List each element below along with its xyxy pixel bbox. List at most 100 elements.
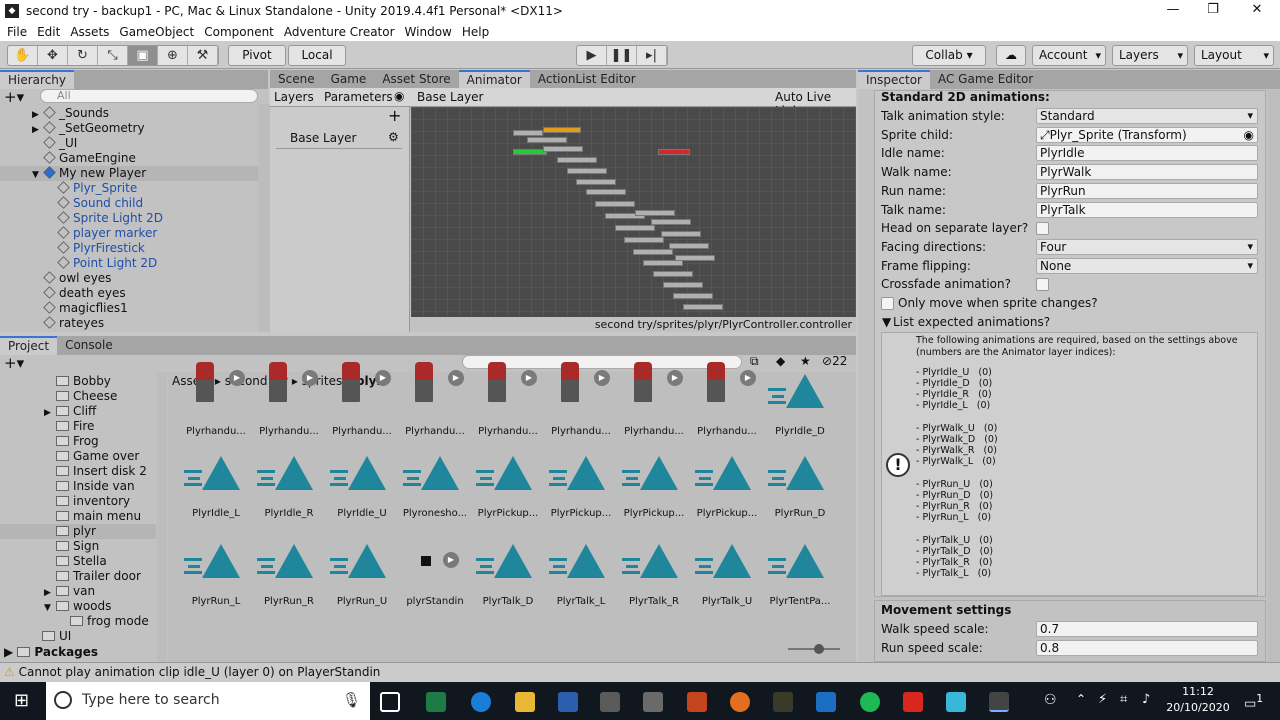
asset-item[interactable]: ▶ Plyrhandu... <box>399 362 471 446</box>
folder-item[interactable]: Bobby <box>0 374 156 389</box>
powerpoint-icon[interactable] <box>687 692 707 712</box>
crossfade-animation-checkbox[interactable] <box>1036 278 1049 292</box>
state-node[interactable] <box>673 293 713 299</box>
maximize-button[interactable]: ❐ <box>1190 0 1236 22</box>
unity-taskbar-icon[interactable] <box>989 692 1009 712</box>
hierarchy-search-input[interactable]: All <box>40 89 258 103</box>
inspector-scrollbar[interactable] <box>1268 90 1280 662</box>
state-node[interactable] <box>513 130 543 136</box>
run-speed-field[interactable]: 0.8 <box>1036 640 1258 656</box>
exit-node[interactable] <box>658 149 690 155</box>
state-node[interactable] <box>624 237 664 243</box>
folder-item[interactable]: ▶ van <box>0 584 156 599</box>
file-explorer-icon[interactable] <box>515 692 535 712</box>
quill-icon[interactable] <box>773 692 793 712</box>
hierarchy-item[interactable]: death eyes <box>0 286 268 301</box>
app-triangle-icon[interactable] <box>946 692 966 712</box>
layer-row[interactable]: Base Layer ⚙ <box>276 129 402 149</box>
state-node[interactable] <box>557 157 597 163</box>
play-icon[interactable]: ▶ <box>740 370 756 386</box>
clock-time[interactable]: 11:12 <box>1170 685 1226 698</box>
asset-item[interactable]: ▶ plyrStandin <box>399 536 471 616</box>
animator-graph[interactable] <box>411 107 856 317</box>
folder-item[interactable]: Fire <box>0 419 156 434</box>
folder-item[interactable]: Cheese <box>0 389 156 404</box>
packages-folder[interactable]: ▶ Packages <box>0 645 156 660</box>
asset-item[interactable]: ▶ Plyrhandu... <box>618 362 690 446</box>
zoom-slider-handle[interactable] <box>814 644 824 654</box>
hierarchy-item[interactable]: rateyes <box>0 316 268 331</box>
head-on-separate-layer-checkbox[interactable] <box>1036 222 1049 236</box>
asset-item[interactable]: ▶ Plyrhandu... <box>472 362 544 446</box>
menu-assets[interactable]: Assets <box>70 25 109 39</box>
folder-item[interactable]: plyr <box>0 524 156 539</box>
menu-gameobject[interactable]: GameObject <box>119 25 194 39</box>
asset-item[interactable]: PlyrPickup... <box>618 448 690 528</box>
asset-item[interactable]: PlyrRun_L <box>180 536 252 616</box>
dropdown[interactable]: Four <box>1036 238 1258 255</box>
create-icon[interactable]: +▾ <box>4 354 24 372</box>
hierarchy-item[interactable]: _UI <box>0 136 268 151</box>
network-icon[interactable]: ⌗ <box>1120 692 1127 707</box>
folder-item[interactable]: Insert disk 2 <box>0 464 156 479</box>
state-node[interactable] <box>663 282 703 288</box>
folder-item[interactable]: main menu <box>0 509 156 524</box>
scale-tool-icon[interactable]: ⤡ <box>98 46 128 65</box>
add-icon[interactable]: +▾ <box>4 88 24 106</box>
play-icon[interactable]: ▶ <box>229 370 245 386</box>
play-icon[interactable]: ▶ <box>302 370 318 386</box>
task-view-icon[interactable] <box>380 692 400 712</box>
hierarchy-item[interactable]: PlyrFirestick <box>0 241 268 256</box>
transform-tool-icon[interactable]: ⊕ <box>158 46 188 65</box>
tab-game[interactable]: Game <box>323 70 375 89</box>
folder-item[interactable]: UI <box>0 629 156 644</box>
people-icon[interactable]: ⚇ <box>1044 692 1057 708</box>
hierarchy-item[interactable]: Point Light 2D <box>0 256 268 271</box>
hierarchy-item[interactable]: Sound child <box>0 196 268 211</box>
asset-item[interactable]: PlyrPickup... <box>545 448 617 528</box>
dropdown[interactable]: Standard <box>1036 108 1258 124</box>
list-expected-label[interactable]: List expected animations? <box>893 314 1050 330</box>
folder-item[interactable]: Stella <box>0 554 156 569</box>
folder-item[interactable]: Inside van <box>0 479 156 494</box>
tab-actionlist-editor[interactable]: ActionList Editor <box>530 70 644 89</box>
outlook-icon[interactable] <box>816 692 836 712</box>
asset-item[interactable]: PlyrPickup... <box>472 448 544 528</box>
state-node[interactable] <box>661 231 701 237</box>
hierarchy-item[interactable]: ▼ My new Player <box>0 166 268 181</box>
folder-item[interactable]: Game over <box>0 449 156 464</box>
calculator-icon[interactable] <box>643 692 663 712</box>
state-node[interactable] <box>567 168 607 174</box>
hierarchy-item[interactable]: Plyr_Sprite <box>0 181 268 196</box>
asset-item[interactable]: PlyrRun_R <box>253 536 325 616</box>
tab-asset-store[interactable]: Asset Store <box>374 70 458 89</box>
asset-item[interactable]: ▶ Plyrhandu... <box>326 362 398 446</box>
folder-item[interactable]: ▼ woods <box>0 599 156 614</box>
folder-item[interactable]: ▶ Cliff <box>0 404 156 419</box>
cloud-icon[interactable]: ☁ <box>996 45 1026 66</box>
text-field[interactable]: PlyrIdle <box>1036 145 1258 162</box>
folder-item[interactable]: Frog <box>0 434 156 449</box>
notification-icon[interactable]: ▭1 <box>1244 692 1263 711</box>
asset-item[interactable]: ▶ Plyrhandu... <box>180 362 252 446</box>
asset-item[interactable]: PlyrIdle_L <box>180 448 252 528</box>
default-state-node[interactable] <box>543 127 581 133</box>
entry-node[interactable] <box>513 149 547 155</box>
state-node[interactable] <box>635 210 675 216</box>
pivot-toggle[interactable]: Pivot <box>228 45 286 66</box>
menu-adventure-creator[interactable]: Adventure Creator <box>284 25 395 39</box>
folder-item[interactable]: frog mode <box>0 614 156 629</box>
hierarchy-item[interactable]: ▶ _SetGeometry <box>0 121 268 136</box>
parameters-tab[interactable]: Parameters <box>324 90 393 104</box>
asset-item[interactable]: PlyrRun_D <box>764 448 836 528</box>
step-icon[interactable]: ▸| <box>637 46 667 65</box>
local-toggle[interactable]: Local <box>288 45 346 66</box>
folder-item[interactable]: Sign <box>0 539 156 554</box>
clock-date[interactable]: 20/10/2020 <box>1166 701 1230 714</box>
zoom-slider[interactable] <box>788 644 840 654</box>
play-icon[interactable]: ▶ <box>577 46 607 65</box>
spotify-icon[interactable] <box>860 692 880 712</box>
state-node[interactable] <box>543 146 583 152</box>
expand-arrow-icon[interactable]: ▼ <box>882 314 891 330</box>
layers-dropdown[interactable]: Layers <box>1112 45 1188 66</box>
